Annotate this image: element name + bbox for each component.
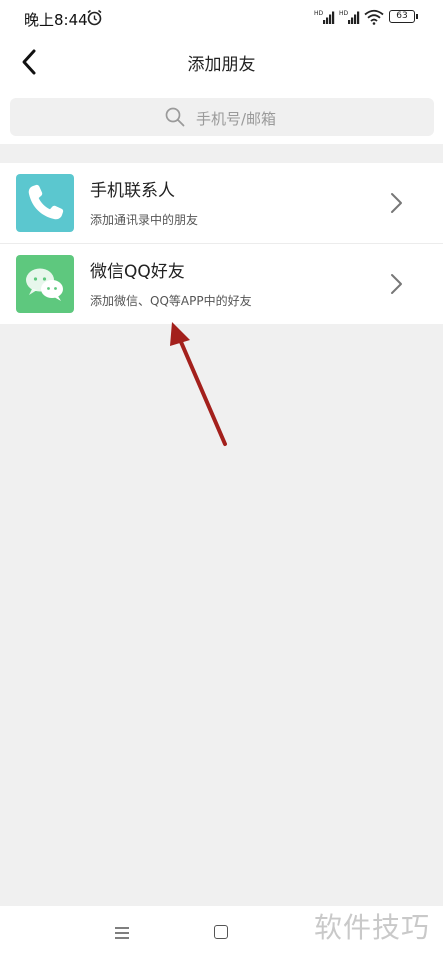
- status-time: 晚上8:44: [24, 11, 88, 29]
- nav-header: 添加朋友: [0, 36, 443, 90]
- chevron-right-icon: [391, 274, 402, 294]
- svg-text:HD: HD: [314, 10, 324, 17]
- search-placeholder: 手机号/邮箱: [196, 110, 277, 128]
- wifi-icon: [364, 9, 384, 25]
- signal-hd-icon: HD: [339, 10, 360, 24]
- alarm-icon: [87, 9, 102, 26]
- search-icon: [165, 107, 185, 127]
- svg-text:HD: HD: [339, 10, 349, 17]
- add-friend-options: 手机联系人 添加通讯录中的朋友 微信QQ好友 添加微信、QQ等APP中的好友: [0, 163, 443, 324]
- status-bar: 晚上8:44 HD HD 63: [0, 0, 443, 36]
- item-subtitle-phone-contacts: 添加通讯录中的朋友: [90, 213, 199, 227]
- signal-hd-icon: HD: [314, 10, 335, 24]
- item-subtitle-wechat-qq-friends: 添加微信、QQ等APP中的好友: [90, 294, 252, 308]
- chevron-right-icon: [391, 193, 402, 213]
- list-item-wechat-qq-friends[interactable]: 微信QQ好友 添加微信、QQ等APP中的好友: [0, 243, 443, 324]
- phone-icon: [16, 174, 74, 232]
- list-item-phone-contacts[interactable]: 手机联系人 添加通讯录中的朋友: [0, 163, 443, 243]
- battery-icon: 63: [389, 10, 418, 23]
- search-area: 手机号/邮箱: [0, 90, 443, 144]
- search-input[interactable]: 手机号/邮箱: [10, 98, 434, 136]
- home-square-icon[interactable]: [214, 925, 228, 939]
- chat-bubbles-icon: [16, 255, 74, 313]
- item-title-phone-contacts: 手机联系人: [90, 181, 175, 201]
- menu-icon[interactable]: [112, 924, 132, 942]
- item-title-wechat-qq-friends: 微信QQ好友: [90, 262, 185, 282]
- annotation-arrow: [170, 322, 227, 446]
- watermark: 软件技巧: [314, 911, 431, 944]
- page-title: 添加朋友: [187, 55, 256, 75]
